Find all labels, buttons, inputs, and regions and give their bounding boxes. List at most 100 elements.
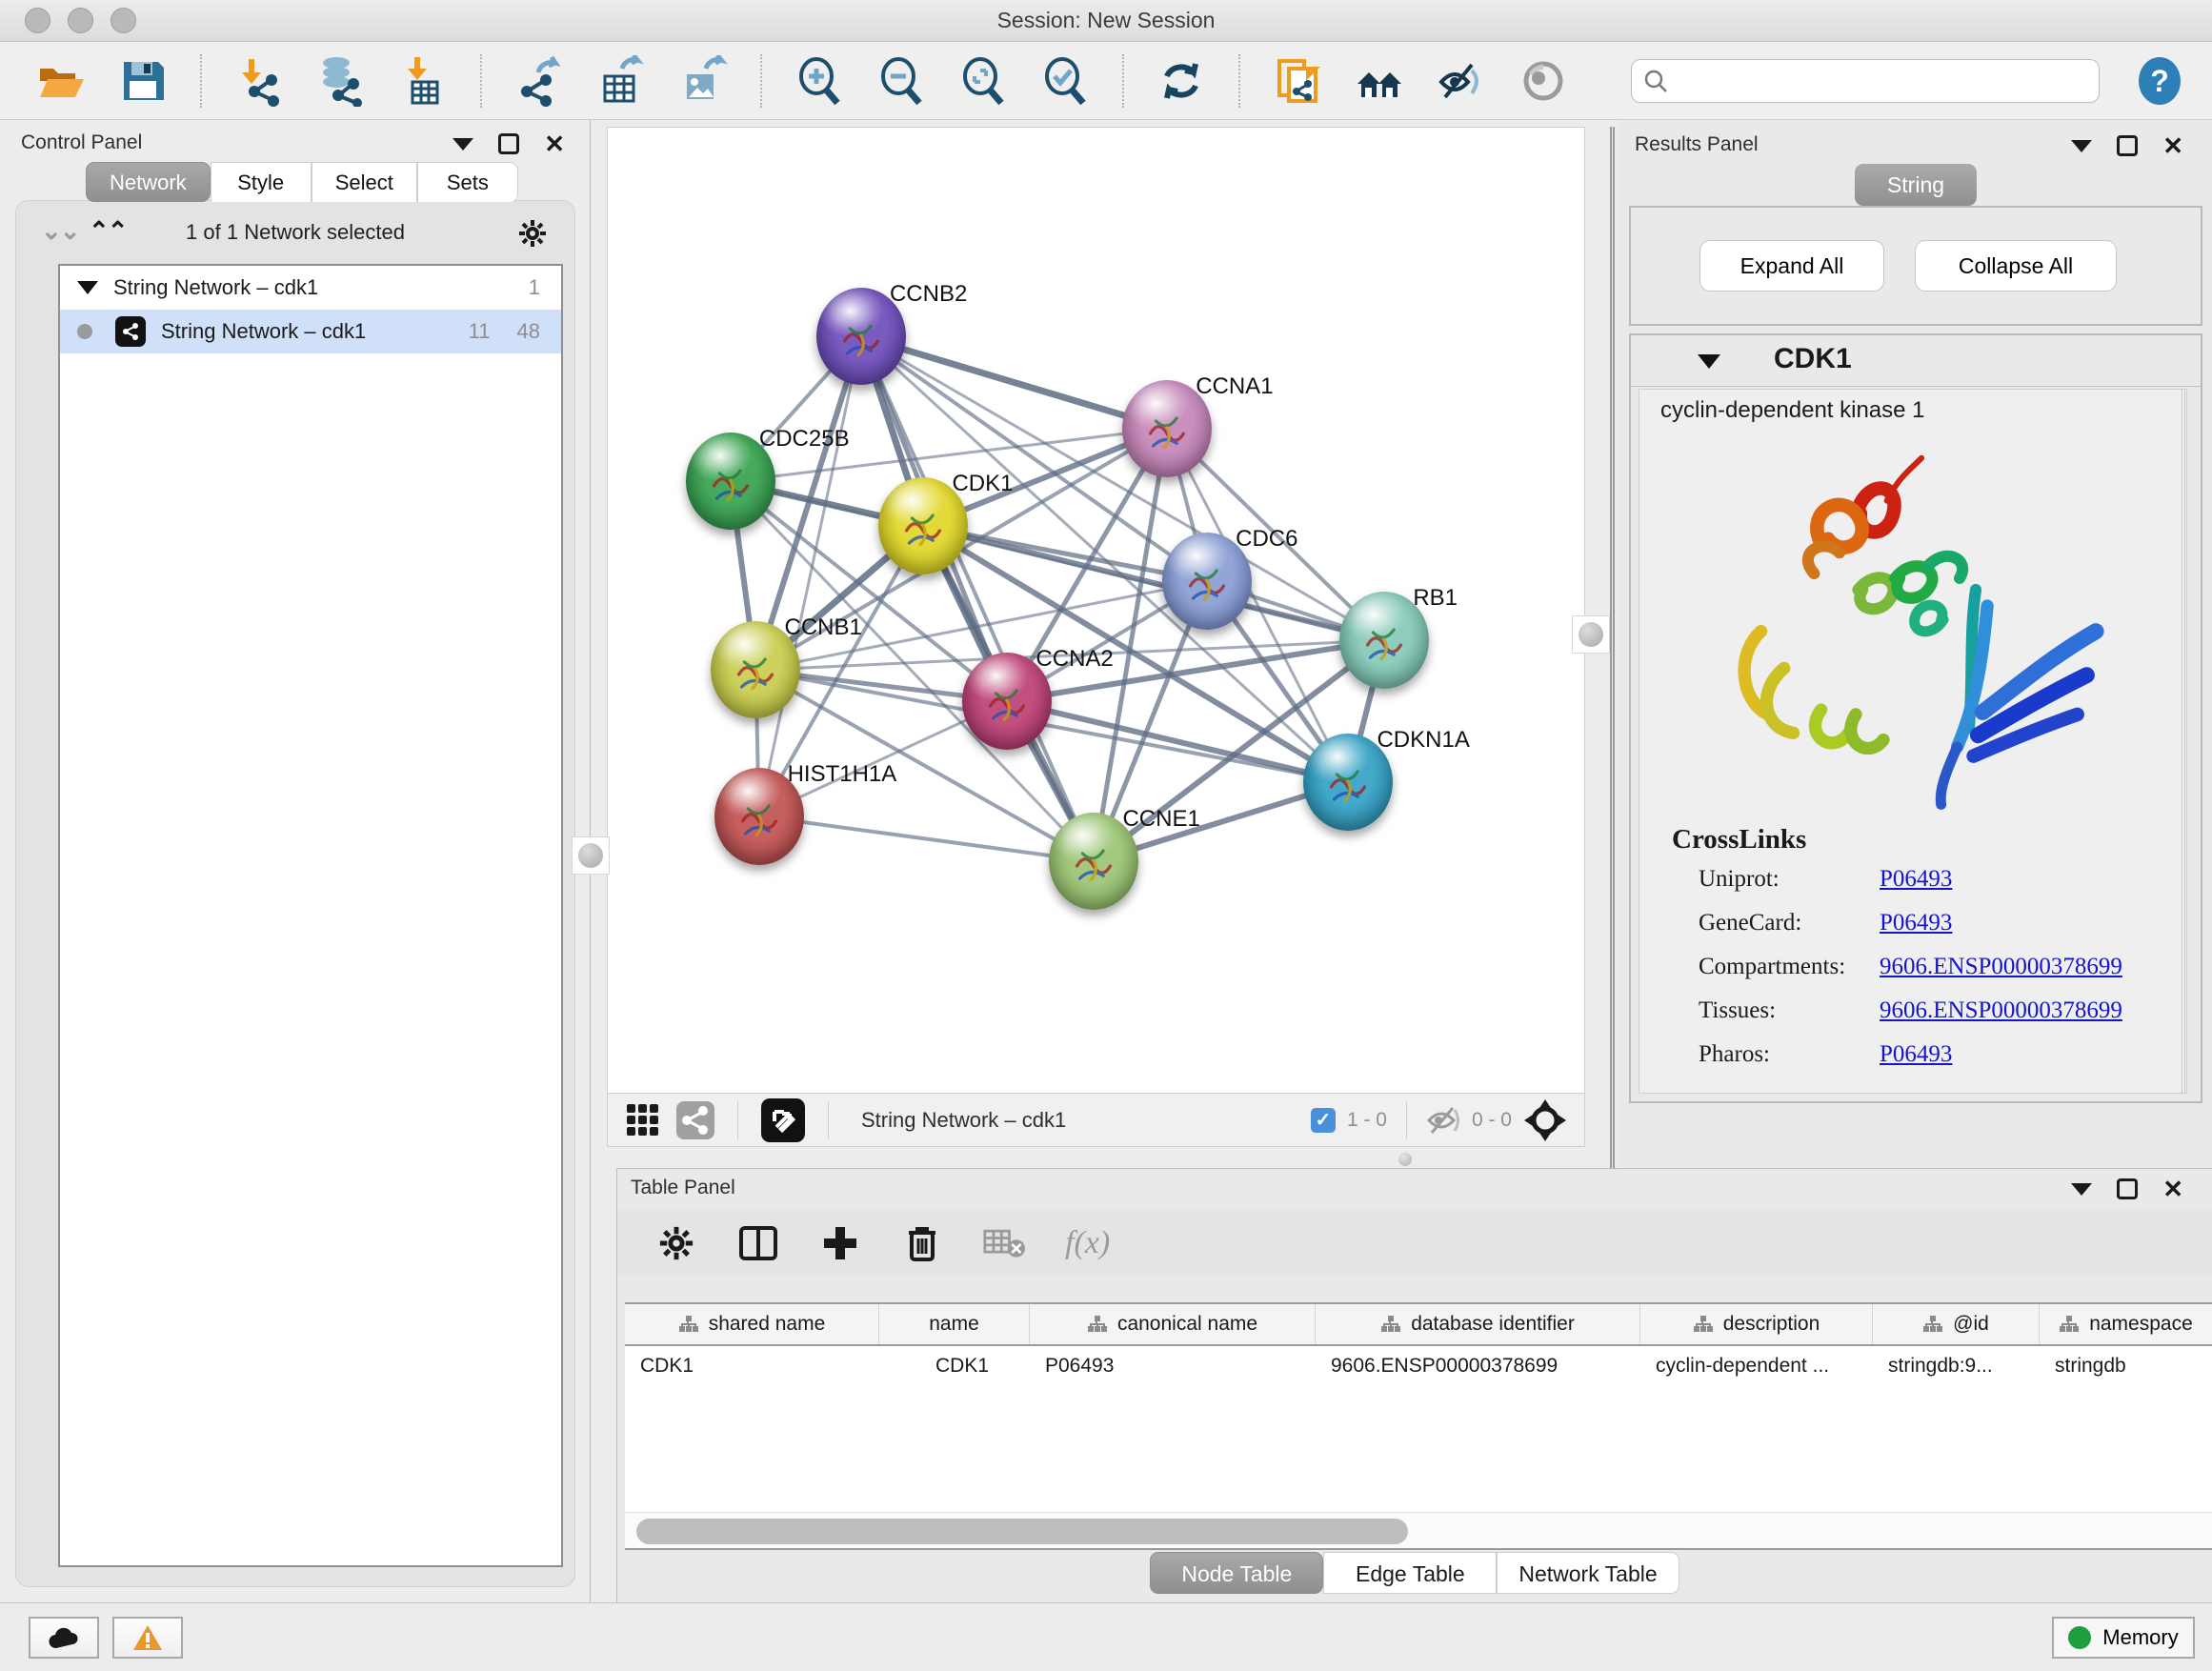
network-view[interactable]: CCNB2CCNA1CDC25BCDK1CDC6RB1CCNB1CCNA2CDK… xyxy=(607,127,1585,1147)
import-database-button[interactable] xyxy=(307,51,375,111)
tab-style[interactable]: Style xyxy=(211,162,312,202)
function-builder-button[interactable]: f(x) xyxy=(1065,1225,1110,1261)
home-button[interactable] xyxy=(1345,51,1414,111)
network-toolbar-separator xyxy=(828,1101,829,1139)
gene-header-row[interactable]: CDK1 xyxy=(1631,335,2201,387)
save-session-button[interactable] xyxy=(109,51,177,111)
column-header-name[interactable]: name xyxy=(879,1304,1030,1344)
network-collection-row[interactable]: String Network – cdk1 1 xyxy=(60,266,561,310)
results-panel-controls: ✕ xyxy=(2071,135,2183,156)
crosslink-link[interactable]: P06493 xyxy=(1880,866,1952,893)
zoom-out-button[interactable] xyxy=(867,51,935,111)
zoom-in-button[interactable] xyxy=(785,51,854,111)
hidden-eye-icon[interactable] xyxy=(1426,1106,1460,1135)
collapse-all-button[interactable]: Collapse All xyxy=(1915,240,2117,292)
column-header-namespace[interactable]: namespace xyxy=(2040,1304,2212,1344)
float-panel-icon[interactable] xyxy=(498,133,519,154)
gene-collapse-caret[interactable] xyxy=(1698,354,1720,369)
import-network-button[interactable] xyxy=(225,51,293,111)
gene-content: cyclin-dependent kinase 1 xyxy=(1639,389,2187,1094)
crosslink-link[interactable]: P06493 xyxy=(1880,910,1952,936)
open-session-button[interactable] xyxy=(27,51,95,111)
delete-column-button[interactable] xyxy=(901,1222,943,1264)
crosslink-link[interactable]: 9606.ENSP00000378699 xyxy=(1880,997,2122,1024)
results-scrollbar[interactable] xyxy=(2182,389,2185,1094)
tab-network[interactable]: Network xyxy=(86,162,211,202)
clone-network-button[interactable] xyxy=(1263,51,1332,111)
column-header-description[interactable]: description xyxy=(1640,1304,1873,1344)
fit-crosshair-icon[interactable] xyxy=(1523,1098,1567,1142)
memory-button[interactable]: Memory xyxy=(2052,1617,2195,1659)
crosslink-link[interactable]: P06493 xyxy=(1880,1041,1952,1068)
collapse-panel-icon[interactable] xyxy=(2071,140,2092,152)
grid-view-icon[interactable] xyxy=(625,1102,661,1138)
table-cell[interactable]: CDK1 xyxy=(625,1346,879,1388)
tab-network-table[interactable]: Network Table xyxy=(1497,1552,1679,1594)
tab-sets[interactable]: Sets xyxy=(417,162,518,202)
copy-network-icon xyxy=(1272,55,1323,107)
help-button[interactable]: ? xyxy=(2134,55,2185,107)
export-image-button[interactable] xyxy=(669,51,737,111)
crosslink-label: GeneCard: xyxy=(1699,910,1801,936)
left-splitter-handle[interactable] xyxy=(572,836,610,875)
tab-edge-table[interactable]: Edge Table xyxy=(1323,1552,1497,1594)
delete-table-icon xyxy=(983,1226,1025,1260)
network-status-dot xyxy=(77,324,92,339)
apply-style-button[interactable] xyxy=(1147,51,1216,111)
table-cell[interactable]: CDK1 xyxy=(879,1346,1030,1388)
close-panel-icon[interactable]: ✕ xyxy=(2162,135,2183,156)
results-panel-divider[interactable] xyxy=(1610,127,1615,1168)
warning-status-button[interactable] xyxy=(112,1617,183,1659)
selected-nodes-checkbox[interactable]: ✓ xyxy=(1311,1108,1336,1133)
export-network-button[interactable] xyxy=(505,51,573,111)
import-table-icon xyxy=(397,55,449,107)
table-cell[interactable]: P06493 xyxy=(1030,1346,1316,1388)
expand-all-button[interactable]: Expand All xyxy=(1699,240,1884,292)
table-cell[interactable]: cyclin-dependent ... xyxy=(1640,1346,1873,1388)
collapse-panel-icon[interactable] xyxy=(2071,1183,2092,1196)
column-header-canonical-name[interactable]: canonical name xyxy=(1030,1304,1316,1344)
close-panel-icon[interactable]: ✕ xyxy=(544,133,565,154)
float-panel-icon[interactable] xyxy=(2117,135,2138,156)
zoom-selected-button[interactable] xyxy=(1031,51,1099,111)
table-cell[interactable]: 9606.ENSP00000378699 xyxy=(1316,1346,1640,1388)
delete-table-button[interactable] xyxy=(983,1222,1025,1264)
control-panel-title: Control Panel xyxy=(21,131,142,154)
show-columns-button[interactable] xyxy=(737,1222,779,1264)
string-share-icon[interactable] xyxy=(676,1101,714,1139)
tab-node-table[interactable]: Node Table xyxy=(1150,1552,1323,1594)
table-cell[interactable]: stringdb xyxy=(2040,1346,2212,1388)
scrollbar-thumb[interactable] xyxy=(636,1519,1408,1544)
tab-select[interactable]: Select xyxy=(312,162,417,202)
crosslink-link[interactable]: 9606.ENSP00000378699 xyxy=(1880,954,2122,980)
network-row[interactable]: String Network – cdk1 11 48 xyxy=(60,310,561,353)
search-input[interactable] xyxy=(1676,70,2087,92)
table-cell[interactable]: stringdb:9... xyxy=(1873,1346,2040,1388)
export-table-button[interactable] xyxy=(587,51,655,111)
close-panel-icon[interactable]: ✕ xyxy=(2162,1178,2183,1199)
table-settings-button[interactable] xyxy=(655,1222,697,1264)
collection-expand-caret[interactable] xyxy=(77,281,98,294)
birdseye-button[interactable] xyxy=(1509,51,1578,111)
table-horizontal-scrollbar[interactable] xyxy=(625,1512,2212,1550)
right-splitter-handle[interactable] xyxy=(1572,615,1610,654)
import-table-button[interactable] xyxy=(389,51,457,111)
toolbar-separator xyxy=(480,54,482,108)
network-options-gear-icon[interactable] xyxy=(515,216,550,255)
column-header-shared-name[interactable]: shared name xyxy=(625,1304,879,1344)
zoom-fit-button[interactable] xyxy=(949,51,1017,111)
network-edge[interactable] xyxy=(759,336,861,815)
float-panel-icon[interactable] xyxy=(2117,1178,2138,1199)
table-row[interactable]: CDK1CDK1P064939606.ENSP00000378699cyclin… xyxy=(625,1346,2212,1388)
horizontal-splitter-handle[interactable] xyxy=(1398,1153,1412,1166)
network-edge[interactable] xyxy=(861,336,1167,428)
network-edge[interactable] xyxy=(759,816,1095,862)
tab-string[interactable]: String xyxy=(1855,164,1977,206)
column-header--id[interactable]: @id xyxy=(1873,1304,2040,1344)
add-column-button[interactable] xyxy=(819,1222,861,1264)
cloud-status-button[interactable] xyxy=(29,1617,99,1659)
open-in-window-icon[interactable] xyxy=(761,1098,805,1142)
hide-show-button[interactable] xyxy=(1427,51,1496,111)
column-header-database-identifier[interactable]: database identifier xyxy=(1316,1304,1640,1344)
collapse-panel-icon[interactable] xyxy=(452,138,473,151)
